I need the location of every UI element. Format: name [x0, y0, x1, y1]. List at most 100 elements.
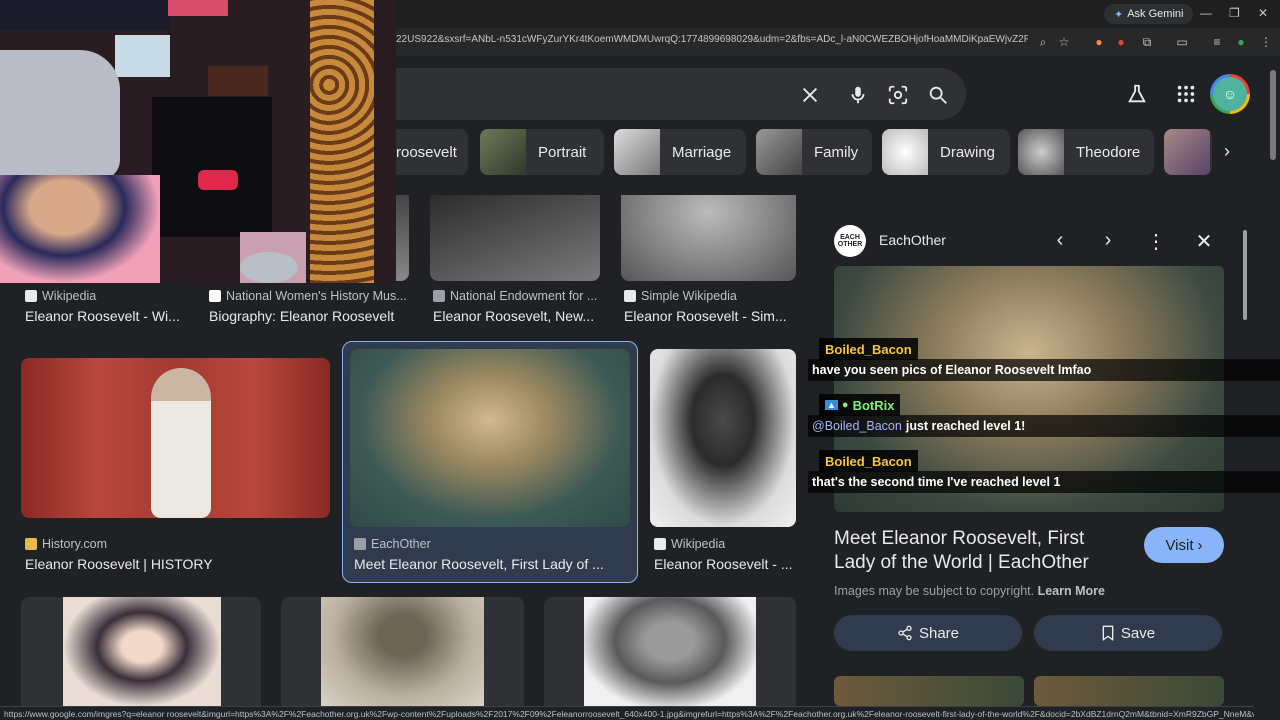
result-title-5[interactable]: Eleanor Roosevelt | HISTORY [25, 556, 325, 572]
result-card-10[interactable] [544, 597, 796, 707]
visit-button[interactable]: Visit › [1144, 527, 1224, 563]
chip-label: Portrait [538, 143, 587, 161]
result-image-5[interactable] [21, 358, 330, 518]
search-box[interactable] [396, 68, 966, 120]
panel-site-name[interactable]: EachOther [879, 232, 946, 248]
bookmark-star-icon[interactable]: ☆ [1057, 35, 1071, 49]
chat-text: have you seen pics of Eleanor Roosevelt … [812, 363, 1092, 377]
copyright-notice: Images may be subject to copyright. Lear… [834, 584, 1105, 598]
page-scrollbar[interactable] [1270, 70, 1276, 160]
panel-scrollbar[interactable] [1242, 220, 1248, 690]
wikipedia-favicon-icon [25, 290, 37, 302]
account-avatar[interactable]: ☺ [1210, 74, 1250, 114]
result-card-8[interactable] [21, 597, 261, 707]
chip-portrait[interactable]: Portrait [480, 129, 604, 175]
google-apps-icon[interactable] [1175, 83, 1197, 105]
result-title-6[interactable]: Meet Eleanor Roosevelt, First Lady of ..… [354, 556, 632, 572]
chat-message-1: have you seen pics of Eleanor Roosevelt … [808, 359, 1280, 381]
cast-icon[interactable]: ▭ [1175, 35, 1189, 49]
restore-icon[interactable]: ❐ [1229, 6, 1240, 20]
clear-search-icon[interactable] [799, 84, 821, 106]
share-icon [898, 625, 912, 641]
result-title-7[interactable]: Eleanor Roosevelt - ... [654, 556, 804, 572]
save-button[interactable]: Save [1034, 615, 1222, 651]
share-button[interactable]: Share [834, 615, 1022, 651]
close-panel-icon[interactable]: ✕ [1192, 229, 1216, 254]
result-image-7[interactable] [650, 349, 796, 527]
gemini-icon: ✦ [1114, 8, 1124, 21]
result-title-3[interactable]: Eleanor Roosevelt, New... [433, 308, 613, 324]
result-title-2[interactable]: Biography: Eleanor Roosevelt [209, 308, 414, 324]
result-image-4[interactable] [621, 195, 796, 281]
tab-search-icon[interactable]: ≡ [1210, 35, 1224, 49]
webcam-giraffe [310, 0, 374, 283]
zoom-icon[interactable]: ⌕ [1036, 35, 1050, 49]
chip-label: Theodore [1076, 143, 1141, 161]
more-options-icon[interactable]: ⋮ [1144, 229, 1168, 254]
url-text[interactable]: 22US922&sxsrf=ANbL-n531cWFyZurYKr4tKoemW… [396, 34, 1028, 45]
result-card-9[interactable] [281, 597, 524, 707]
panel-scrollbar-thumb[interactable] [1243, 230, 1247, 320]
chat-message-2: @Boiled_Bacon just reached level 1! [808, 415, 1280, 437]
visit-label: Visit [1165, 536, 1194, 554]
chip-roosevelt[interactable]: roosevelt [396, 129, 468, 175]
lens-search-icon[interactable] [887, 84, 909, 106]
previous-image-icon[interactable]: ‹ [1048, 229, 1072, 252]
extension-red-icon[interactable]: ● [1114, 35, 1128, 49]
chip-scroll-right-icon[interactable]: › [1224, 141, 1230, 162]
webcam-tv [152, 97, 272, 237]
extensions-puzzle-icon[interactable]: ⧉ [1140, 35, 1154, 49]
result-title-1[interactable]: Eleanor Roosevelt - Wi... [25, 308, 205, 324]
source-label: History.com [42, 537, 108, 551]
result-source-2[interactable]: National Women's History Mus... [209, 289, 409, 303]
webcam-person [0, 175, 160, 283]
result-source-7[interactable]: Wikipedia [654, 537, 725, 551]
webcam-lamp [240, 252, 298, 283]
chip-label: Drawing [940, 143, 996, 161]
chat-user: BotRix [852, 397, 895, 413]
chip-theodore[interactable]: Theodore [1018, 129, 1154, 175]
voice-search-icon[interactable] [847, 84, 869, 106]
chip-thumbnail [1164, 129, 1210, 175]
result-image-3[interactable] [430, 195, 600, 281]
related-image-2[interactable] [1034, 676, 1224, 706]
result-source-4[interactable]: Simple Wikipedia [624, 289, 737, 303]
result-image-8 [63, 597, 221, 707]
result-source-1[interactable]: Wikipedia [25, 289, 96, 303]
chip-label: Marriage [672, 143, 732, 161]
result-image-6[interactable] [350, 349, 630, 527]
panel-title[interactable]: Meet Eleanor Roosevelt, First Lady of th… [834, 527, 1124, 575]
wikipedia-favicon-icon [654, 538, 666, 550]
source-label: National Women's History Mus... [226, 289, 407, 303]
result-source-6[interactable]: EachOther [354, 537, 431, 551]
chrome-menu-icon[interactable]: ⋮ [1259, 35, 1273, 49]
webcam-poster [168, 0, 228, 16]
result-title-4[interactable]: Eleanor Roosevelt - Sim... [624, 308, 804, 324]
chip-family[interactable]: Family [756, 129, 872, 175]
chat-username-3: Boiled_Bacon [819, 450, 918, 472]
chip-drawing[interactable]: Drawing [882, 129, 1010, 175]
ask-gemini-button[interactable]: ✦ Ask Gemini [1104, 4, 1194, 24]
chip-more[interactable] [1164, 129, 1212, 175]
chip-thumbnail [882, 129, 928, 175]
webcam-red-light [198, 170, 238, 190]
status-bar-url: https://www.google.com/imgres?q=eleanor … [0, 706, 1254, 720]
close-window-icon[interactable]: ✕ [1258, 6, 1268, 20]
search-icon[interactable] [927, 84, 949, 106]
result-image-10 [584, 597, 756, 707]
next-image-icon[interactable]: › [1096, 229, 1120, 252]
result-source-5[interactable]: History.com [25, 537, 107, 551]
chat-username-2: ▲ ● BotRix [819, 394, 901, 416]
extension-fox-icon[interactable]: ● [1092, 35, 1106, 49]
labs-flask-icon[interactable] [1126, 83, 1148, 105]
chip-thumbnail [480, 129, 526, 175]
chip-thumbnail [1018, 129, 1064, 175]
minimize-icon[interactable]: — [1200, 6, 1212, 20]
chip-marriage[interactable]: Marriage [614, 129, 746, 175]
ask-gemini-label: Ask Gemini [1127, 8, 1184, 20]
result-source-3[interactable]: National Endowment for ... [433, 289, 597, 303]
related-image-1[interactable] [834, 676, 1024, 706]
chrome-profile-icon[interactable]: ● [1234, 35, 1248, 49]
learn-more-link[interactable]: Learn More [1038, 584, 1105, 598]
webcam-overlay [0, 0, 396, 283]
